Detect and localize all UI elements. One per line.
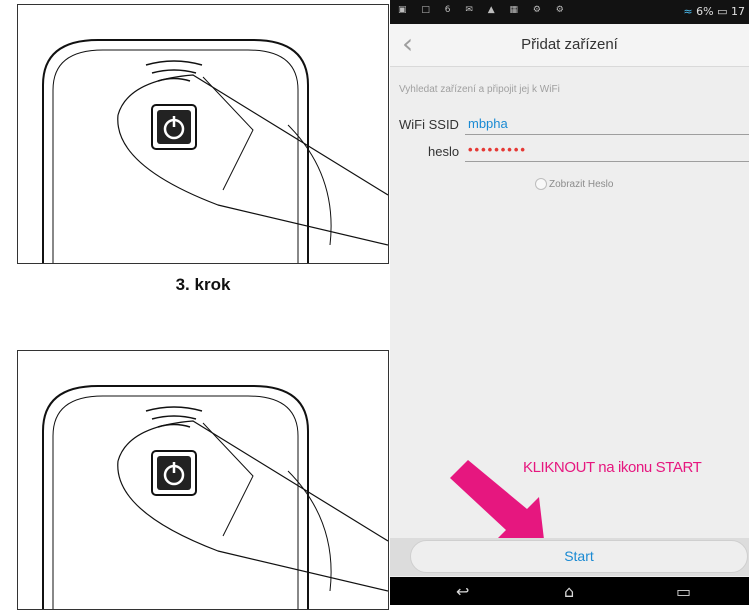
battery-percent: 6% [696, 5, 714, 18]
password-label: heslo [428, 144, 460, 159]
password-field[interactable]: ••••••••• [465, 141, 749, 162]
show-password-toggle[interactable]: Zobrazit Heslo [535, 178, 613, 190]
step-caption: 3. krok [175, 275, 231, 294]
password-value: ••••••••• [468, 142, 527, 157]
nav-recents-icon[interactable]: ▭ [676, 582, 691, 601]
nav-home-icon[interactable]: ⌂ [564, 582, 574, 601]
instruction-hint: Vyhledat zařízení a připojit jej k WiFi [399, 84, 560, 95]
illustration-top [17, 4, 389, 264]
radio-icon[interactable] [535, 178, 547, 190]
instruction-panel: 3. krok [0, 0, 390, 610]
device-power-button-illustration [42, 39, 388, 263]
battery-icon: ▭ [717, 5, 728, 18]
show-password-label: Zobrazit Heslo [549, 178, 614, 190]
status-right: ≈ 6% ▭ 17 [683, 5, 745, 18]
app-bar: ‹ Přidat zařízení [390, 24, 749, 67]
pointer-arrow-icon [450, 460, 545, 548]
ssid-value: mbpha [468, 116, 508, 131]
ssid-field[interactable]: mbpha [465, 114, 749, 135]
wifi-icon: ≈ [683, 5, 693, 18]
start-button[interactable]: Start [410, 540, 748, 573]
device-power-button-illustration [42, 385, 388, 609]
notification-icons: ▣ □ 6 ✉ ▲ ▦ ⚙ ⚙ [398, 5, 570, 15]
illustration-bottom [17, 350, 389, 610]
page-title: Přidat zařízení [521, 36, 618, 53]
start-bar: Start [390, 538, 749, 576]
phone-screen: ▣ □ 6 ✉ ▲ ▦ ⚙ ⚙ ≈ 6% ▭ 17 ‹ Přidat zaříz… [390, 0, 749, 605]
clock: 17 [731, 5, 745, 18]
android-nav-bar: ↩ ⌂ ▭ [390, 577, 749, 605]
status-bar: ▣ □ 6 ✉ ▲ ▦ ⚙ ⚙ ≈ 6% ▭ 17 [390, 0, 749, 24]
ssid-label: WiFi SSID [399, 117, 459, 132]
nav-back-icon[interactable]: ↩ [456, 582, 469, 601]
